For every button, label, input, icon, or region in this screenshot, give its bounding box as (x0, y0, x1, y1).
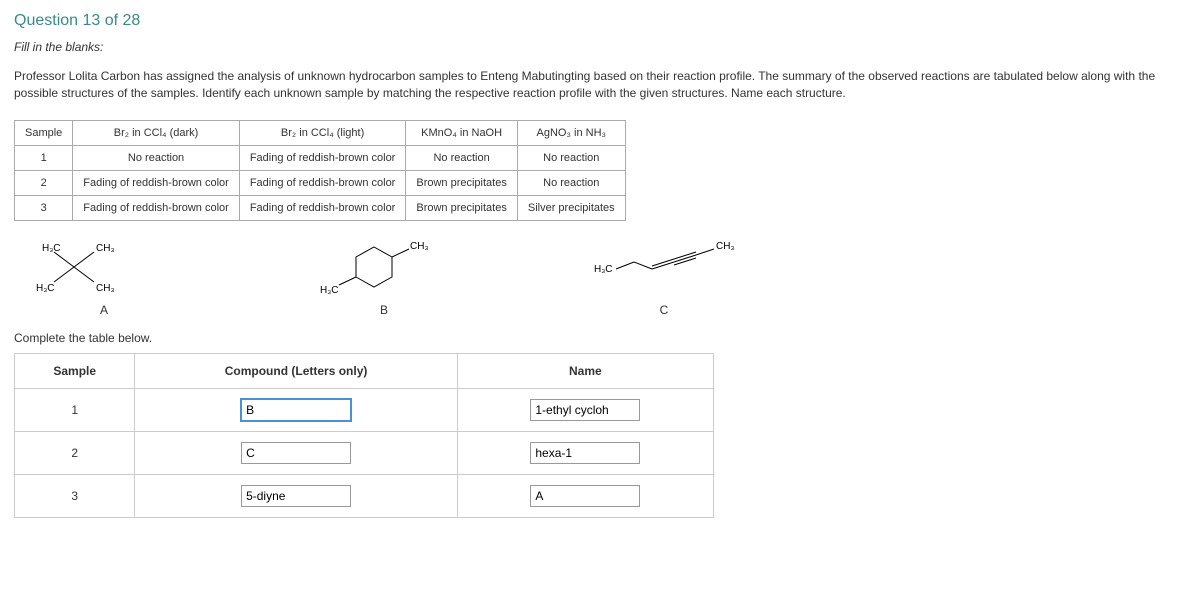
ans-sample: 1 (15, 388, 135, 431)
structure-a-svg: H₃C CH₃ H₃C CH₃ (34, 237, 174, 297)
rx-cell: Brown precipitates (406, 170, 518, 195)
rx-cell: Silver precipitates (517, 195, 625, 220)
name-input-1[interactable] (530, 399, 640, 421)
svg-text:CH₃: CH₃ (716, 241, 735, 252)
question-paragraph: Professor Lolita Carbon has assigned the… (14, 68, 1186, 102)
rx-cell: No reaction (517, 170, 625, 195)
ans-header-sample: Sample (15, 353, 135, 388)
rx-header-br2-light: Br₂ in CCl₄ (light) (239, 120, 406, 145)
answer-table: Sample Compound (Letters only) Name 1 2 … (14, 353, 714, 518)
rx-header-sample: Sample (15, 120, 73, 145)
ans-sample: 2 (15, 431, 135, 474)
rx-header-agno3: AgNO₃ in NH₃ (517, 120, 625, 145)
rx-header-kmno4: KMnO₄ in NaOH (406, 120, 518, 145)
rx-cell: Fading of reddish-brown color (239, 170, 406, 195)
rx-cell: Brown precipitates (406, 195, 518, 220)
rx-header-br2-dark: Br₂ in CCl₄ (dark) (73, 120, 240, 145)
question-title: Question 13 of 28 (14, 12, 1186, 30)
label-a: A (34, 303, 174, 317)
rx-cell: Fading of reddish-brown color (73, 170, 240, 195)
ans-row: 2 (15, 431, 714, 474)
svg-text:H₃C: H₃C (36, 283, 55, 294)
name-input-3[interactable] (530, 485, 640, 507)
svg-text:H₃C: H₃C (42, 243, 61, 254)
structure-labels: A B C (34, 303, 1186, 317)
rx-row: 1 No reaction Fading of reddish-brown co… (15, 145, 626, 170)
compound-input-1[interactable] (241, 399, 351, 421)
structure-c-svg: H₃C CH₃ (594, 237, 754, 297)
rx-cell: 3 (15, 195, 73, 220)
rx-cell: No reaction (73, 145, 240, 170)
ans-header-name: Name (457, 353, 713, 388)
rx-row: 2 Fading of reddish-brown color Fading o… (15, 170, 626, 195)
svg-text:H₃C: H₃C (320, 285, 339, 296)
name-input-2[interactable] (530, 442, 640, 464)
svg-text:H₃C: H₃C (594, 264, 613, 275)
rx-cell: Fading of reddish-brown color (239, 145, 406, 170)
rx-cell: No reaction (406, 145, 518, 170)
label-b: B (314, 303, 454, 317)
structure-b-svg: CH₃ H₃C (314, 237, 454, 297)
structure-c: H₃C CH₃ (594, 237, 734, 297)
rx-cell: No reaction (517, 145, 625, 170)
rx-cell: 2 (15, 170, 73, 195)
rx-cell: Fading of reddish-brown color (239, 195, 406, 220)
label-c: C (594, 303, 734, 317)
structure-b: CH₃ H₃C (314, 237, 454, 297)
svg-text:CH₃: CH₃ (96, 283, 115, 294)
reaction-table: Sample Br₂ in CCl₄ (dark) Br₂ in CCl₄ (l… (14, 120, 626, 221)
complete-instruction: Complete the table below. (14, 331, 1186, 345)
rx-row: 3 Fading of reddish-brown color Fading o… (15, 195, 626, 220)
structure-a: H₃C CH₃ H₃C CH₃ (34, 237, 174, 297)
ans-sample: 3 (15, 474, 135, 517)
ans-row: 3 (15, 474, 714, 517)
compound-input-2[interactable] (241, 442, 351, 464)
structures-row: H₃C CH₃ H₃C CH₃ CH₃ H₃C H₃C CH₃ (34, 237, 1186, 297)
svg-text:CH₃: CH₃ (96, 243, 115, 254)
rx-cell: Fading of reddish-brown color (73, 195, 240, 220)
instruction-text: Fill in the blanks: (14, 40, 1186, 54)
svg-text:CH₃: CH₃ (410, 241, 429, 252)
ans-row: 1 (15, 388, 714, 431)
ans-header-compound: Compound (Letters only) (135, 353, 457, 388)
rx-cell: 1 (15, 145, 73, 170)
compound-input-3[interactable] (241, 485, 351, 507)
